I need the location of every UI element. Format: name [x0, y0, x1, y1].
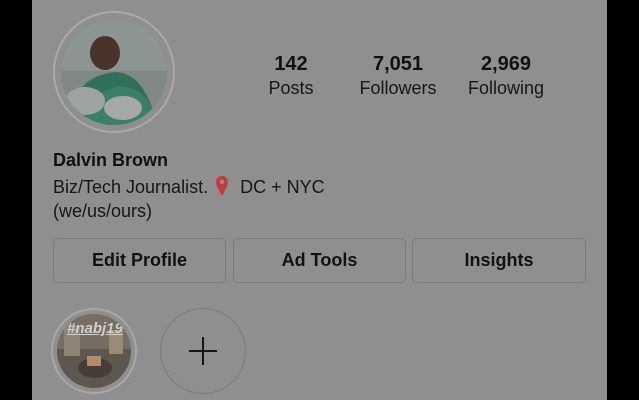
ad-tools-button[interactable]: Ad Tools [233, 238, 406, 283]
posts-label: Posts [268, 78, 314, 98]
followers-stat[interactable]: 7,051 Followers [343, 52, 453, 100]
following-count: 2,969 [480, 53, 532, 75]
followers-label: Followers [359, 78, 437, 98]
profile-name: Dalvin Brown [53, 150, 169, 170]
followers-count: 7,051 [372, 53, 424, 75]
left-black-bar [0, 0, 32, 400]
bio-text: Biz/Tech Journalist. [53, 177, 209, 197]
location-pin-icon [216, 176, 229, 196]
profile-stats: 142 Posts 7,051 Followers 2,969 Followin… [32, 52, 607, 102]
posts-stat[interactable]: 142 Posts [236, 52, 346, 100]
story-highlight-tag: #nabj19 [67, 320, 123, 337]
right-black-bar [607, 0, 639, 400]
edit-profile-button[interactable]: Edit Profile [53, 238, 226, 283]
following-stat[interactable]: 2,969 Following [451, 52, 561, 100]
profile-screen: 142 Posts 7,051 Followers 2,969 Followin… [32, 0, 607, 400]
bio-line-1: Biz/Tech Journalist. DC + NYC [53, 175, 325, 199]
story-highlight-image: #nabj19 [57, 314, 131, 388]
add-story-button[interactable] [160, 308, 246, 394]
following-label: Following [467, 78, 545, 98]
bio-line-2: (we/us/ours) [53, 201, 153, 221]
profile-bio: Biz/Tech Journalist. DC + NYC (we/us/our… [53, 175, 325, 223]
bio-location: DC + NYC [240, 177, 325, 197]
posts-count: 142 [274, 53, 308, 75]
story-highlight[interactable]: #nabj19 [51, 308, 137, 394]
insights-button[interactable]: Insights [412, 238, 586, 283]
